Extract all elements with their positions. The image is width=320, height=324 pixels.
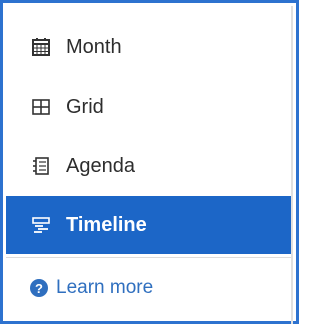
view-menu: Month Grid Agenda Timeline ? Learn more xyxy=(6,6,293,324)
view-menu-frame: Month Grid Agenda Timeline ? Learn more xyxy=(0,0,299,324)
menu-item-label: Grid xyxy=(66,95,104,118)
menu-item-label: Month xyxy=(66,35,122,58)
list-icon xyxy=(30,155,52,177)
calendar-icon xyxy=(30,36,52,58)
divider xyxy=(6,257,291,258)
menu-item-grid[interactable]: Grid xyxy=(6,78,291,136)
learn-more-link[interactable]: ? Learn more xyxy=(30,277,153,299)
menu-item-label: Agenda xyxy=(66,154,135,177)
menu-item-agenda[interactable]: Agenda xyxy=(6,137,291,195)
timeline-icon xyxy=(30,214,52,236)
menu-item-month[interactable]: Month xyxy=(6,18,291,76)
learn-more-label: Learn more xyxy=(56,277,154,298)
grid-icon xyxy=(30,96,52,118)
menu-item-timeline[interactable]: Timeline xyxy=(6,196,291,254)
help-icon: ? xyxy=(30,279,48,297)
menu-item-label: Timeline xyxy=(66,213,147,236)
